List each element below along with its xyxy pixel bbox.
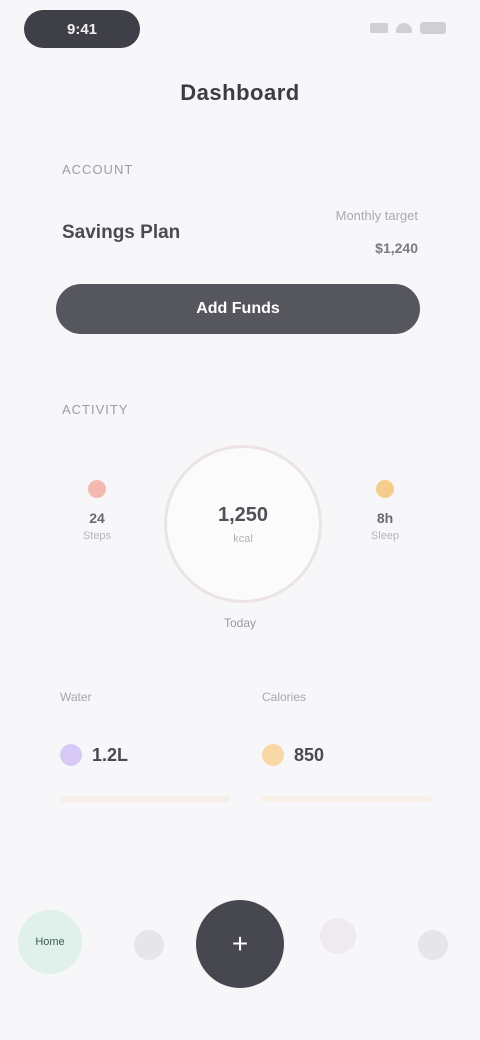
ring-caption: Today	[223, 616, 257, 630]
status-bar: 9:41	[0, 0, 480, 60]
activity-ring[interactable]: 1,250 kcal	[164, 445, 322, 603]
status-time: 9:41	[24, 10, 140, 48]
calories-progress-bar	[262, 796, 432, 802]
account-name: Savings Plan	[62, 222, 181, 243]
nav-add-button[interactable]: +	[196, 900, 284, 988]
sleep-label: Sleep	[370, 530, 400, 542]
water-icon	[60, 744, 82, 766]
add-funds-button[interactable]: Add Funds	[56, 284, 420, 334]
sleep-icon	[376, 480, 394, 498]
wifi-icon	[396, 23, 412, 33]
activity-right-stat[interactable]: 8h Sleep	[340, 480, 430, 542]
account-rate: Monthly target	[335, 208, 418, 223]
signal-icon	[370, 23, 388, 33]
water-progress-bar	[60, 796, 230, 802]
steps-label: Steps	[82, 530, 112, 542]
nav-rewards-icon[interactable]	[320, 918, 356, 954]
sleep-value: 8h	[376, 510, 394, 526]
nav-stats-icon[interactable]	[134, 930, 164, 960]
nav-profile-icon[interactable]	[418, 930, 448, 960]
water-card-title: Water	[60, 690, 92, 704]
water-card-value: 1.2L	[92, 744, 129, 765]
nav-home-button[interactable]: Home	[18, 910, 82, 974]
activity-section-label: Activity	[62, 402, 129, 417]
account-amount: $1,240	[375, 240, 418, 256]
calories-card-value: 850	[294, 744, 325, 765]
calories-card-title: Calories	[262, 690, 307, 704]
water-card[interactable]: Water 1.2L	[60, 690, 230, 840]
calories-icon	[262, 744, 284, 766]
page-title: Dashboard	[180, 80, 300, 105]
activity-left-stat[interactable]: 24 Steps	[52, 480, 142, 542]
steps-icon	[88, 480, 106, 498]
bottom-nav: Home +	[0, 880, 480, 1020]
ring-unit: kcal	[233, 532, 253, 545]
status-icons	[370, 22, 446, 34]
ring-value: 1,250	[217, 503, 269, 526]
account-section-label: Account	[62, 162, 134, 177]
calories-card[interactable]: Calories 850	[262, 690, 432, 840]
steps-value: 24	[89, 510, 105, 526]
battery-icon	[420, 22, 446, 34]
